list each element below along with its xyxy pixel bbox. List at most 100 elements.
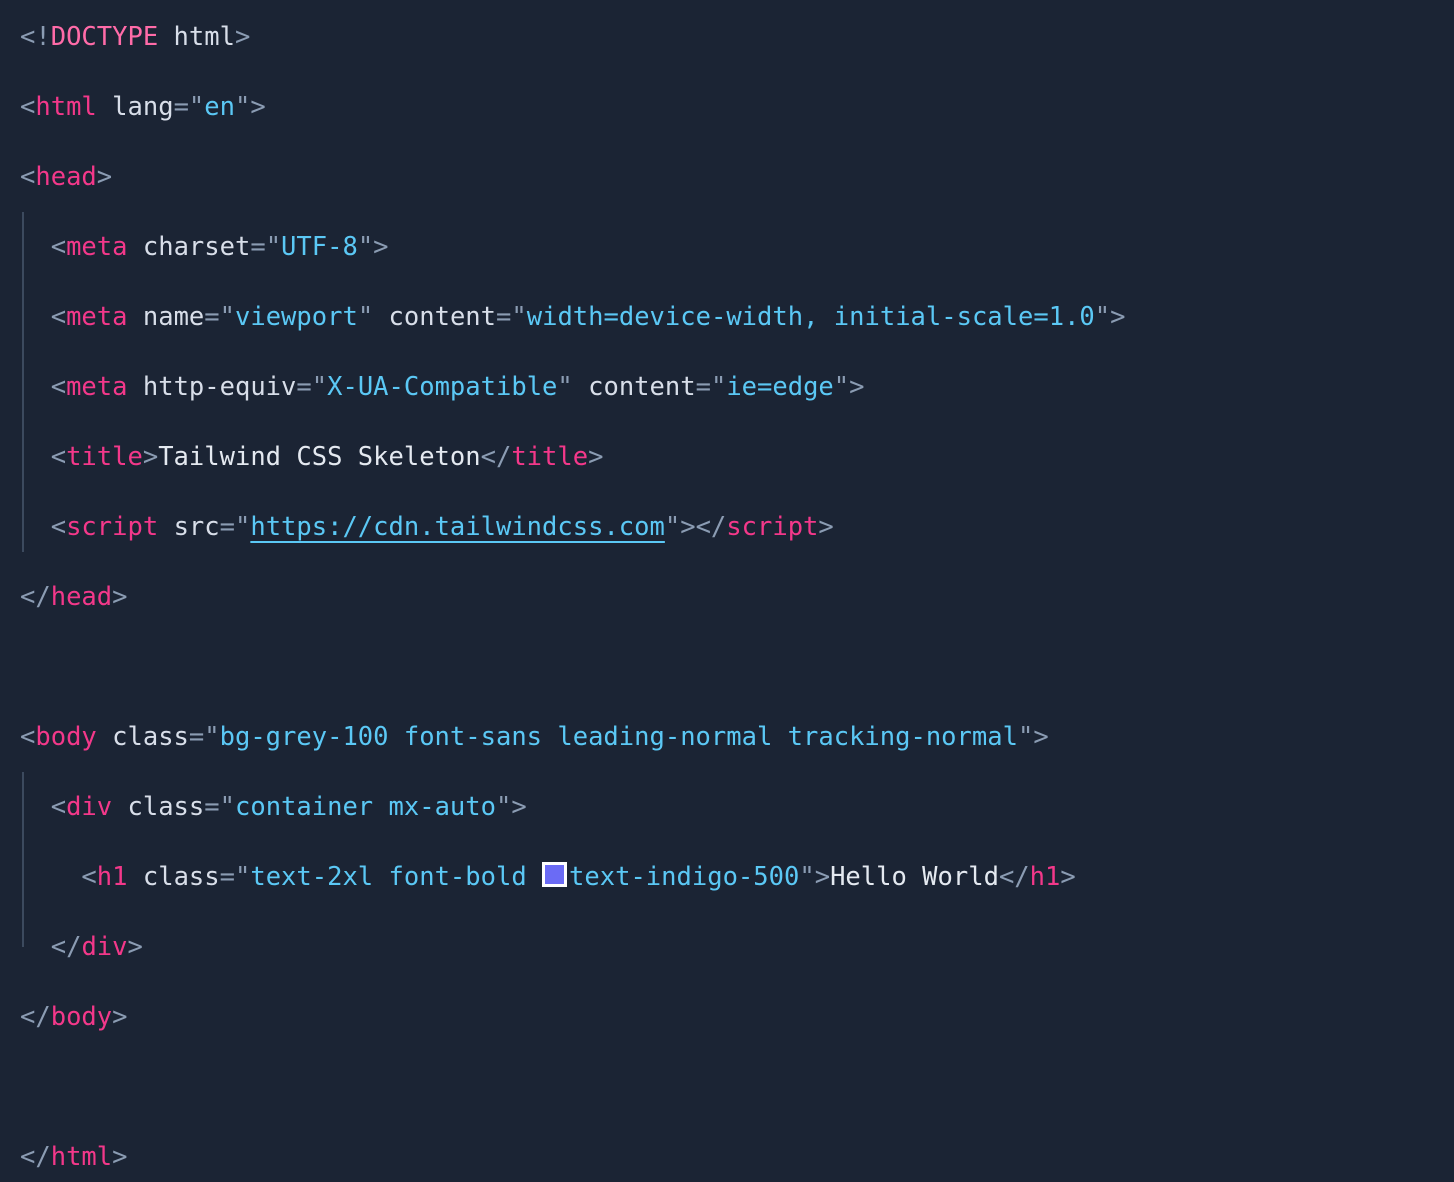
code-line-blank[interactable] [20,1052,1454,1122]
quote: " [311,372,328,402]
code-line-html-close[interactable]: </html> [20,1122,1454,1182]
tag-name: body [50,1002,113,1032]
title-text: Tailwind CSS Skeleton [158,442,481,472]
code-line-head-close[interactable]: </head> [20,562,1454,632]
quote: " [710,372,727,402]
tag-name: html [35,92,97,122]
tag-name: script [66,512,159,542]
punctuation: > [1033,722,1049,752]
punctuation: </ [50,932,82,962]
code-line-body-open[interactable]: <body class="bg-grey-100 font-sans leadi… [20,702,1454,772]
attribute-value: text-indigo-500 [569,862,800,892]
quote: " [188,92,205,122]
attribute-value: ie=edge [726,372,834,402]
quote: " [511,302,527,332]
attribute-name: charset [142,232,251,262]
punctuation: </ [480,442,512,472]
equals-sign: = [296,372,312,402]
quote: " [219,302,235,332]
punctuation: < [20,162,36,192]
tag-name: meta [66,372,128,402]
code-editor-surface[interactable]: <!DOCTYPE html> <html lang="en"> <head> … [0,0,1454,1182]
equals-sign: = [250,232,266,262]
code-line-head-open[interactable]: <head> [20,142,1454,212]
equals-sign: = [219,512,235,542]
attribute-name: content [588,372,696,402]
tag-name: title [66,442,143,472]
quote: " [357,232,374,262]
h1-text: Hello World [830,862,999,892]
punctuation: < [50,792,67,822]
punctuation: </ [20,582,51,612]
code-line-body-close[interactable]: </body> [20,982,1454,1052]
quote: " [664,512,681,542]
punctuation: < [50,442,67,472]
punctuation: </ [695,512,727,542]
tag-name: div [66,792,113,822]
punctuation: > [1110,302,1126,332]
code-line-doctype[interactable]: <!DOCTYPE html> [20,2,1454,72]
attribute-name: class [112,722,189,752]
code-line-h1[interactable]: <h1 class="text-2xl font-bold text-indig… [20,842,1454,912]
punctuation: < [50,232,67,262]
punctuation: < [20,722,36,752]
equals-sign: = [173,92,189,122]
tag-name: h1 [1029,862,1061,892]
quote: " [234,512,251,542]
attribute-name: name [142,302,205,332]
equals-sign: = [204,302,220,332]
punctuation: > [112,1142,128,1172]
code-line-meta-compat[interactable]: <meta http-equiv="X-UA-Compatible" conte… [20,352,1454,422]
quote: " [265,232,282,262]
doctype-keyword: DOCTYPE [50,22,159,52]
punctuation: <! [20,22,51,52]
punctuation: > [818,512,834,542]
tag-name: h1 [96,862,128,892]
equals-sign: = [695,372,711,402]
punctuation: > [96,162,113,192]
code-line-meta-charset[interactable]: <meta charset="UTF-8"> [20,212,1454,282]
cdn-url-link[interactable]: https://cdn.tailwindcss.com [250,512,665,542]
tag-name: head [50,582,113,612]
attribute-value: viewport [235,302,358,332]
punctuation: > [680,512,696,542]
code-line-div-open[interactable]: <div class="container mx-auto"> [20,772,1454,842]
punctuation: > [511,792,527,822]
quote: " [557,372,573,402]
tag-name: html [50,1142,113,1172]
attribute-value: container mx-auto [234,792,496,822]
punctuation: > [127,932,143,962]
quote: " [204,722,220,752]
punctuation: < [50,372,67,402]
code-line-blank[interactable] [20,632,1454,702]
code-line-title[interactable]: <title>Tailwind CSS Skeleton</title> [20,422,1454,492]
punctuation: < [50,512,67,542]
code-line-div-close[interactable]: </div> [20,912,1454,982]
punctuation: > [849,372,865,402]
punctuation: </ [20,1142,51,1172]
attribute-value: text-2xl font-bold [250,862,543,892]
attribute-name: class [142,862,220,892]
punctuation: > [112,1002,128,1032]
quote: " [234,862,251,892]
color-swatch-icon[interactable] [542,862,568,887]
doctype-name: html [173,22,235,52]
code-line-meta-viewport[interactable]: <meta name="viewport" content="width=dev… [20,282,1454,352]
quote: " [357,302,374,332]
code-line-script[interactable]: <script src="https://cdn.tailwindcss.com… [20,492,1454,562]
punctuation: > [814,862,831,892]
equals-sign: = [204,792,220,822]
code-content[interactable]: <!DOCTYPE html> <html lang="en"> <head> … [0,0,1454,1182]
code-line-html-open[interactable]: <html lang="en"> [20,72,1454,142]
